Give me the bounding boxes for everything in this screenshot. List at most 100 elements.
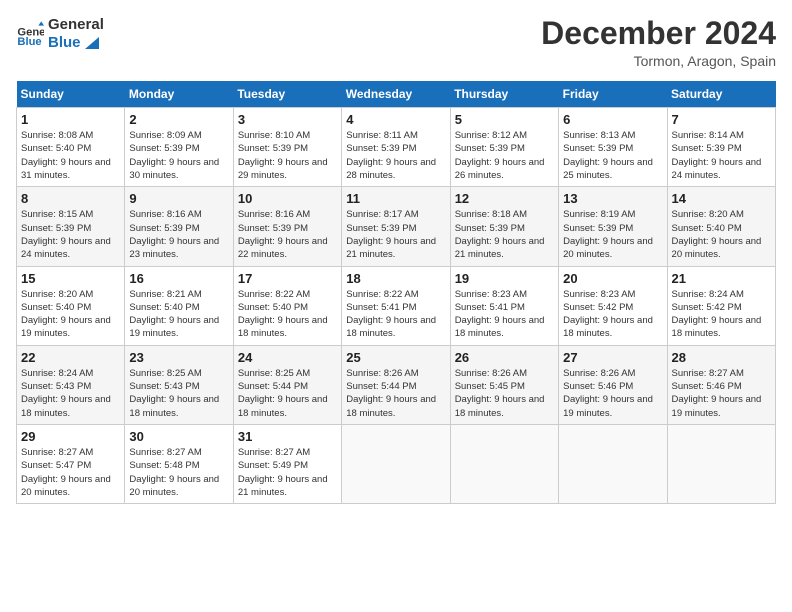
table-cell: 6 Sunrise: 8:13 AM Sunset: 5:39 PM Dayli… [559, 108, 667, 187]
day-info: Sunrise: 8:27 AM Sunset: 5:47 PM Dayligh… [21, 446, 120, 499]
header-thursday: Thursday [450, 81, 558, 108]
table-cell: 3 Sunrise: 8:10 AM Sunset: 5:39 PM Dayli… [233, 108, 341, 187]
day-info: Sunrise: 8:23 AM Sunset: 5:41 PM Dayligh… [455, 288, 554, 341]
header-monday: Monday [125, 81, 233, 108]
table-cell: 20 Sunrise: 8:23 AM Sunset: 5:42 PM Dayl… [559, 266, 667, 345]
day-info: Sunrise: 8:10 AM Sunset: 5:39 PM Dayligh… [238, 129, 337, 182]
day-info: Sunrise: 8:09 AM Sunset: 5:39 PM Dayligh… [129, 129, 228, 182]
day-info: Sunrise: 8:22 AM Sunset: 5:41 PM Dayligh… [346, 288, 445, 341]
day-info: Sunrise: 8:18 AM Sunset: 5:39 PM Dayligh… [455, 208, 554, 261]
day-number: 23 [129, 350, 228, 365]
day-info: Sunrise: 8:24 AM Sunset: 5:43 PM Dayligh… [21, 367, 120, 420]
day-number: 29 [21, 429, 120, 444]
logo: General Blue General Blue [16, 16, 104, 52]
page-container: General Blue General Blue December 2024 … [0, 0, 792, 512]
day-info: Sunrise: 8:20 AM Sunset: 5:40 PM Dayligh… [21, 288, 120, 341]
day-number: 20 [563, 271, 662, 286]
table-cell: 15 Sunrise: 8:20 AM Sunset: 5:40 PM Dayl… [17, 266, 125, 345]
table-cell: 5 Sunrise: 8:12 AM Sunset: 5:39 PM Dayli… [450, 108, 558, 187]
day-number: 21 [672, 271, 771, 286]
day-number: 19 [455, 271, 554, 286]
table-cell: 8 Sunrise: 8:15 AM Sunset: 5:39 PM Dayli… [17, 187, 125, 266]
logo-general: General [48, 16, 104, 34]
header-wednesday: Wednesday [342, 81, 450, 108]
svg-text:Blue: Blue [17, 36, 41, 48]
table-cell: 1 Sunrise: 8:08 AM Sunset: 5:40 PM Dayli… [17, 108, 125, 187]
day-info: Sunrise: 8:25 AM Sunset: 5:43 PM Dayligh… [129, 367, 228, 420]
day-info: Sunrise: 8:14 AM Sunset: 5:39 PM Dayligh… [672, 129, 771, 182]
table-cell: 30 Sunrise: 8:27 AM Sunset: 5:48 PM Dayl… [125, 424, 233, 503]
day-number: 27 [563, 350, 662, 365]
day-info: Sunrise: 8:13 AM Sunset: 5:39 PM Dayligh… [563, 129, 662, 182]
month-title: December 2024 [541, 16, 776, 51]
day-number: 24 [238, 350, 337, 365]
header-saturday: Saturday [667, 81, 775, 108]
table-cell: 2 Sunrise: 8:09 AM Sunset: 5:39 PM Dayli… [125, 108, 233, 187]
header-friday: Friday [559, 81, 667, 108]
table-cell: 23 Sunrise: 8:25 AM Sunset: 5:43 PM Dayl… [125, 345, 233, 424]
day-info: Sunrise: 8:27 AM Sunset: 5:49 PM Dayligh… [238, 446, 337, 499]
header-row: Sunday Monday Tuesday Wednesday Thursday… [17, 81, 776, 108]
day-number: 28 [672, 350, 771, 365]
table-cell: 18 Sunrise: 8:22 AM Sunset: 5:41 PM Dayl… [342, 266, 450, 345]
table-cell: 21 Sunrise: 8:24 AM Sunset: 5:42 PM Dayl… [667, 266, 775, 345]
table-cell: 17 Sunrise: 8:22 AM Sunset: 5:40 PM Dayl… [233, 266, 341, 345]
day-number: 16 [129, 271, 228, 286]
day-info: Sunrise: 8:08 AM Sunset: 5:40 PM Dayligh… [21, 129, 120, 182]
day-info: Sunrise: 8:27 AM Sunset: 5:48 PM Dayligh… [129, 446, 228, 499]
day-info: Sunrise: 8:26 AM Sunset: 5:45 PM Dayligh… [455, 367, 554, 420]
day-number: 4 [346, 112, 445, 127]
day-number: 7 [672, 112, 771, 127]
day-info: Sunrise: 8:25 AM Sunset: 5:44 PM Dayligh… [238, 367, 337, 420]
day-info: Sunrise: 8:19 AM Sunset: 5:39 PM Dayligh… [563, 208, 662, 261]
table-cell: 25 Sunrise: 8:26 AM Sunset: 5:44 PM Dayl… [342, 345, 450, 424]
day-number: 2 [129, 112, 228, 127]
day-number: 17 [238, 271, 337, 286]
day-info: Sunrise: 8:12 AM Sunset: 5:39 PM Dayligh… [455, 129, 554, 182]
day-info: Sunrise: 8:11 AM Sunset: 5:39 PM Dayligh… [346, 129, 445, 182]
table-cell: 24 Sunrise: 8:25 AM Sunset: 5:44 PM Dayl… [233, 345, 341, 424]
day-info: Sunrise: 8:16 AM Sunset: 5:39 PM Dayligh… [129, 208, 228, 261]
day-number: 1 [21, 112, 120, 127]
day-info: Sunrise: 8:26 AM Sunset: 5:46 PM Dayligh… [563, 367, 662, 420]
calendar-table: Sunday Monday Tuesday Wednesday Thursday… [16, 81, 776, 504]
day-info: Sunrise: 8:27 AM Sunset: 5:46 PM Dayligh… [672, 367, 771, 420]
table-cell: 27 Sunrise: 8:26 AM Sunset: 5:46 PM Dayl… [559, 345, 667, 424]
logo-icon: General Blue [16, 20, 44, 48]
table-cell: 9 Sunrise: 8:16 AM Sunset: 5:39 PM Dayli… [125, 187, 233, 266]
day-number: 13 [563, 191, 662, 206]
table-cell: 29 Sunrise: 8:27 AM Sunset: 5:47 PM Dayl… [17, 424, 125, 503]
day-number: 14 [672, 191, 771, 206]
day-number: 10 [238, 191, 337, 206]
logo-arrow-icon [85, 37, 99, 49]
day-number: 11 [346, 191, 445, 206]
day-number: 26 [455, 350, 554, 365]
table-cell: 13 Sunrise: 8:19 AM Sunset: 5:39 PM Dayl… [559, 187, 667, 266]
table-cell: 14 Sunrise: 8:20 AM Sunset: 5:40 PM Dayl… [667, 187, 775, 266]
day-number: 31 [238, 429, 337, 444]
table-cell: 19 Sunrise: 8:23 AM Sunset: 5:41 PM Dayl… [450, 266, 558, 345]
logo-blue: Blue [48, 34, 104, 52]
table-cell: 22 Sunrise: 8:24 AM Sunset: 5:43 PM Dayl… [17, 345, 125, 424]
day-number: 25 [346, 350, 445, 365]
table-cell [667, 424, 775, 503]
table-cell: 7 Sunrise: 8:14 AM Sunset: 5:39 PM Dayli… [667, 108, 775, 187]
day-number: 3 [238, 112, 337, 127]
table-cell: 12 Sunrise: 8:18 AM Sunset: 5:39 PM Dayl… [450, 187, 558, 266]
header: General Blue General Blue December 2024 … [16, 16, 776, 69]
day-info: Sunrise: 8:26 AM Sunset: 5:44 PM Dayligh… [346, 367, 445, 420]
day-info: Sunrise: 8:21 AM Sunset: 5:40 PM Dayligh… [129, 288, 228, 341]
day-info: Sunrise: 8:23 AM Sunset: 5:42 PM Dayligh… [563, 288, 662, 341]
day-info: Sunrise: 8:22 AM Sunset: 5:40 PM Dayligh… [238, 288, 337, 341]
table-cell: 26 Sunrise: 8:26 AM Sunset: 5:45 PM Dayl… [450, 345, 558, 424]
table-cell: 11 Sunrise: 8:17 AM Sunset: 5:39 PM Dayl… [342, 187, 450, 266]
day-number: 9 [129, 191, 228, 206]
day-info: Sunrise: 8:16 AM Sunset: 5:39 PM Dayligh… [238, 208, 337, 261]
day-number: 18 [346, 271, 445, 286]
day-number: 12 [455, 191, 554, 206]
table-cell [342, 424, 450, 503]
day-info: Sunrise: 8:24 AM Sunset: 5:42 PM Dayligh… [672, 288, 771, 341]
day-info: Sunrise: 8:15 AM Sunset: 5:39 PM Dayligh… [21, 208, 120, 261]
table-cell: 31 Sunrise: 8:27 AM Sunset: 5:49 PM Dayl… [233, 424, 341, 503]
header-tuesday: Tuesday [233, 81, 341, 108]
